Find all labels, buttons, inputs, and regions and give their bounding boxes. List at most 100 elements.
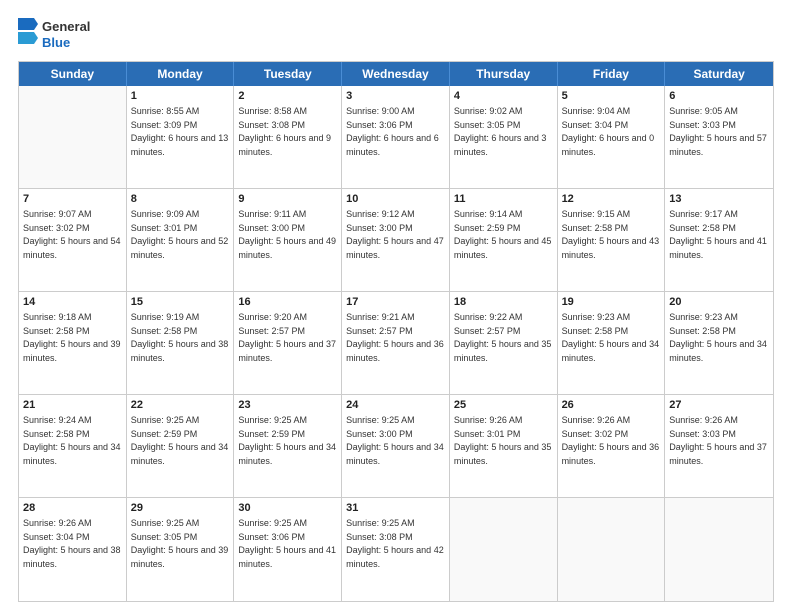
- cell-info: Sunrise: 8:58 AMSunset: 3:08 PMDaylight:…: [238, 106, 331, 157]
- day-cell-13: 13 Sunrise: 9:17 AMSunset: 2:58 PMDaylig…: [665, 189, 773, 291]
- day-cell-9: 9 Sunrise: 9:11 AMSunset: 3:00 PMDayligh…: [234, 189, 342, 291]
- day-cell-3: 3 Sunrise: 9:00 AMSunset: 3:06 PMDayligh…: [342, 86, 450, 188]
- logo-line2: Blue: [42, 35, 90, 51]
- day-cell-11: 11 Sunrise: 9:14 AMSunset: 2:59 PMDaylig…: [450, 189, 558, 291]
- day-number: 7: [23, 192, 122, 207]
- logo-line1: General: [42, 19, 90, 35]
- day-number: 28: [23, 501, 122, 516]
- cell-info: Sunrise: 9:24 AMSunset: 2:58 PMDaylight:…: [23, 415, 121, 466]
- day-number: 1: [131, 89, 230, 104]
- day-cell-12: 12 Sunrise: 9:15 AMSunset: 2:58 PMDaylig…: [558, 189, 666, 291]
- cell-info: Sunrise: 9:21 AMSunset: 2:57 PMDaylight:…: [346, 312, 444, 363]
- day-cell-29: 29 Sunrise: 9:25 AMSunset: 3:05 PMDaylig…: [127, 498, 235, 601]
- day-cell-21: 21 Sunrise: 9:24 AMSunset: 2:58 PMDaylig…: [19, 395, 127, 497]
- day-number: 29: [131, 501, 230, 516]
- header: General Blue: [18, 18, 774, 51]
- day-cell-10: 10 Sunrise: 9:12 AMSunset: 3:00 PMDaylig…: [342, 189, 450, 291]
- header-day-saturday: Saturday: [665, 62, 773, 86]
- day-cell-27: 27 Sunrise: 9:26 AMSunset: 3:03 PMDaylig…: [665, 395, 773, 497]
- day-number: 4: [454, 89, 553, 104]
- cell-info: Sunrise: 9:00 AMSunset: 3:06 PMDaylight:…: [346, 106, 439, 157]
- day-cell-5: 5 Sunrise: 9:04 AMSunset: 3:04 PMDayligh…: [558, 86, 666, 188]
- day-number: 21: [23, 398, 122, 413]
- cell-info: Sunrise: 9:09 AMSunset: 3:01 PMDaylight:…: [131, 209, 229, 260]
- day-number: 13: [669, 192, 769, 207]
- empty-cell: [558, 498, 666, 601]
- day-number: 23: [238, 398, 337, 413]
- cell-info: Sunrise: 9:12 AMSunset: 3:00 PMDaylight:…: [346, 209, 444, 260]
- day-cell-6: 6 Sunrise: 9:05 AMSunset: 3:03 PMDayligh…: [665, 86, 773, 188]
- day-cell-30: 30 Sunrise: 9:25 AMSunset: 3:06 PMDaylig…: [234, 498, 342, 601]
- day-number: 20: [669, 295, 769, 310]
- day-cell-14: 14 Sunrise: 9:18 AMSunset: 2:58 PMDaylig…: [19, 292, 127, 394]
- cell-info: Sunrise: 9:25 AMSunset: 3:00 PMDaylight:…: [346, 415, 444, 466]
- cell-info: Sunrise: 9:26 AMSunset: 3:01 PMDaylight:…: [454, 415, 552, 466]
- cell-info: Sunrise: 9:18 AMSunset: 2:58 PMDaylight:…: [23, 312, 121, 363]
- day-number: 24: [346, 398, 445, 413]
- day-number: 16: [238, 295, 337, 310]
- cell-info: Sunrise: 9:23 AMSunset: 2:58 PMDaylight:…: [562, 312, 660, 363]
- cell-info: Sunrise: 9:25 AMSunset: 3:06 PMDaylight:…: [238, 518, 336, 569]
- logo-graphic: [18, 18, 38, 46]
- day-number: 9: [238, 192, 337, 207]
- empty-cell: [450, 498, 558, 601]
- calendar-body: 1 Sunrise: 8:55 AMSunset: 3:09 PMDayligh…: [19, 86, 773, 601]
- day-cell-23: 23 Sunrise: 9:25 AMSunset: 2:59 PMDaylig…: [234, 395, 342, 497]
- week-row-5: 28 Sunrise: 9:26 AMSunset: 3:04 PMDaylig…: [19, 498, 773, 601]
- day-number: 17: [346, 295, 445, 310]
- cell-info: Sunrise: 9:14 AMSunset: 2:59 PMDaylight:…: [454, 209, 552, 260]
- day-number: 11: [454, 192, 553, 207]
- day-number: 22: [131, 398, 230, 413]
- cell-info: Sunrise: 9:19 AMSunset: 2:58 PMDaylight:…: [131, 312, 229, 363]
- day-number: 15: [131, 295, 230, 310]
- calendar: SundayMondayTuesdayWednesdayThursdayFrid…: [18, 61, 774, 602]
- cell-info: Sunrise: 9:15 AMSunset: 2:58 PMDaylight:…: [562, 209, 660, 260]
- day-number: 18: [454, 295, 553, 310]
- empty-cell: [19, 86, 127, 188]
- cell-info: Sunrise: 9:25 AMSunset: 2:59 PMDaylight:…: [131, 415, 229, 466]
- day-cell-15: 15 Sunrise: 9:19 AMSunset: 2:58 PMDaylig…: [127, 292, 235, 394]
- day-number: 2: [238, 89, 337, 104]
- day-number: 26: [562, 398, 661, 413]
- header-day-thursday: Thursday: [450, 62, 558, 86]
- day-number: 30: [238, 501, 337, 516]
- day-cell-16: 16 Sunrise: 9:20 AMSunset: 2:57 PMDaylig…: [234, 292, 342, 394]
- day-cell-18: 18 Sunrise: 9:22 AMSunset: 2:57 PMDaylig…: [450, 292, 558, 394]
- day-cell-8: 8 Sunrise: 9:09 AMSunset: 3:01 PMDayligh…: [127, 189, 235, 291]
- day-number: 8: [131, 192, 230, 207]
- day-number: 19: [562, 295, 661, 310]
- cell-info: Sunrise: 9:04 AMSunset: 3:04 PMDaylight:…: [562, 106, 655, 157]
- header-day-tuesday: Tuesday: [234, 62, 342, 86]
- day-cell-17: 17 Sunrise: 9:21 AMSunset: 2:57 PMDaylig…: [342, 292, 450, 394]
- day-cell-24: 24 Sunrise: 9:25 AMSunset: 3:00 PMDaylig…: [342, 395, 450, 497]
- day-cell-26: 26 Sunrise: 9:26 AMSunset: 3:02 PMDaylig…: [558, 395, 666, 497]
- cell-info: Sunrise: 9:07 AMSunset: 3:02 PMDaylight:…: [23, 209, 121, 260]
- cell-info: Sunrise: 9:25 AMSunset: 3:08 PMDaylight:…: [346, 518, 444, 569]
- day-cell-22: 22 Sunrise: 9:25 AMSunset: 2:59 PMDaylig…: [127, 395, 235, 497]
- week-row-3: 14 Sunrise: 9:18 AMSunset: 2:58 PMDaylig…: [19, 292, 773, 395]
- day-cell-19: 19 Sunrise: 9:23 AMSunset: 2:58 PMDaylig…: [558, 292, 666, 394]
- cell-info: Sunrise: 9:02 AMSunset: 3:05 PMDaylight:…: [454, 106, 547, 157]
- day-cell-28: 28 Sunrise: 9:26 AMSunset: 3:04 PMDaylig…: [19, 498, 127, 601]
- page: General Blue SundayMondayTuesdayWednesda…: [0, 0, 792, 612]
- cell-info: Sunrise: 9:26 AMSunset: 3:02 PMDaylight:…: [562, 415, 660, 466]
- week-row-2: 7 Sunrise: 9:07 AMSunset: 3:02 PMDayligh…: [19, 189, 773, 292]
- day-cell-25: 25 Sunrise: 9:26 AMSunset: 3:01 PMDaylig…: [450, 395, 558, 497]
- calendar-header: SundayMondayTuesdayWednesdayThursdayFrid…: [19, 62, 773, 86]
- day-cell-1: 1 Sunrise: 8:55 AMSunset: 3:09 PMDayligh…: [127, 86, 235, 188]
- day-cell-7: 7 Sunrise: 9:07 AMSunset: 3:02 PMDayligh…: [19, 189, 127, 291]
- day-number: 6: [669, 89, 769, 104]
- day-cell-4: 4 Sunrise: 9:02 AMSunset: 3:05 PMDayligh…: [450, 86, 558, 188]
- day-number: 10: [346, 192, 445, 207]
- day-cell-31: 31 Sunrise: 9:25 AMSunset: 3:08 PMDaylig…: [342, 498, 450, 601]
- empty-cell: [665, 498, 773, 601]
- logo: General Blue: [18, 18, 90, 51]
- cell-info: Sunrise: 9:25 AMSunset: 3:05 PMDaylight:…: [131, 518, 229, 569]
- cell-info: Sunrise: 9:05 AMSunset: 3:03 PMDaylight:…: [669, 106, 767, 157]
- day-number: 14: [23, 295, 122, 310]
- day-number: 12: [562, 192, 661, 207]
- header-day-sunday: Sunday: [19, 62, 127, 86]
- cell-info: Sunrise: 9:26 AMSunset: 3:04 PMDaylight:…: [23, 518, 121, 569]
- cell-info: Sunrise: 9:23 AMSunset: 2:58 PMDaylight:…: [669, 312, 767, 363]
- day-number: 25: [454, 398, 553, 413]
